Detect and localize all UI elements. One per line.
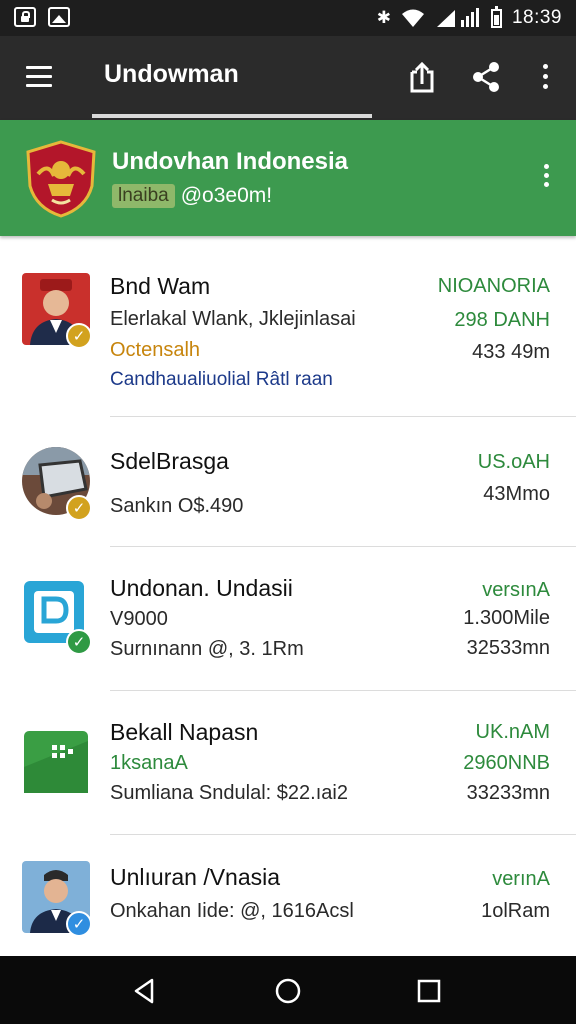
status-time: 18:39 xyxy=(511,7,562,28)
car-avatar: ✓ xyxy=(22,445,92,521)
item-meta: 433 49m xyxy=(472,341,550,363)
item-line: Candhaualiuolial Râtl raan xyxy=(110,369,333,390)
item-title: SdelBrasga xyxy=(110,448,229,474)
sheet-icon-avatar xyxy=(22,727,90,799)
app-logo-avatar: ✓ xyxy=(22,579,92,655)
person-avatar: ✓ xyxy=(22,273,92,349)
item-meta: US.oAH xyxy=(477,451,550,473)
item-meta: 1.300Mile xyxy=(463,607,550,629)
home-icon[interactable] xyxy=(273,976,303,1006)
wifi-icon xyxy=(401,9,424,27)
item-line: Sankın O$.490 xyxy=(110,495,244,517)
status-bar: ✱ 18:39 xyxy=(0,0,576,36)
signal-icon xyxy=(436,8,479,27)
more-vert-icon[interactable] xyxy=(530,60,560,94)
profile-header[interactable]: Undovhan Indonesia lnaiba @o3e0m! xyxy=(0,120,576,236)
app-title: Undowman xyxy=(104,60,239,88)
list-item[interactable]: ✓ Bnd Wam Elerlakal Wlank, Jklejinlasai … xyxy=(0,237,576,417)
upload-icon[interactable] xyxy=(406,60,438,94)
profile-name: Undovhan Indonesia xyxy=(112,148,349,175)
item-meta: 1olRam xyxy=(481,900,550,922)
verified-badge-icon: ✓ xyxy=(66,629,92,655)
list-item[interactable]: ✓ SdelBrasga Sankın O$.490 US.oAH 43Mmo xyxy=(0,417,576,547)
emblem-icon xyxy=(26,140,96,218)
back-icon[interactable] xyxy=(130,976,160,1006)
recents-icon[interactable] xyxy=(414,976,444,1006)
item-meta: 32533mn xyxy=(466,637,550,659)
verified-badge-icon: ✓ xyxy=(66,323,92,349)
profile-subline: lnaiba @o3e0m! xyxy=(112,184,272,208)
item-line: Surnınann @, 3. 1Rm xyxy=(110,638,304,660)
item-line: Octensalh xyxy=(110,339,201,361)
item-meta: UK.nAM xyxy=(475,721,550,743)
share-icon[interactable] xyxy=(470,60,502,94)
battery-icon xyxy=(490,5,502,28)
item-meta: versınA xyxy=(482,579,550,601)
profile-more-icon[interactable] xyxy=(536,164,556,194)
item-line: Sumliana Sndulal: $22.ıai2 xyxy=(110,782,348,804)
list-item[interactable]: ✓ Undonan. Undasii V9000 Surnınann @, 3.… xyxy=(0,547,576,691)
lock-icon xyxy=(14,7,36,27)
item-meta: NIOANORIA xyxy=(437,275,550,297)
nav-bar xyxy=(0,956,576,1024)
item-line: 1ksanaA xyxy=(110,752,188,774)
item-title: Unlıuran /Vnasia xyxy=(110,864,281,890)
tab-indicator xyxy=(92,114,372,118)
menu-icon[interactable] xyxy=(26,66,52,88)
verified-badge-icon: ✓ xyxy=(66,495,92,521)
item-line: Onkahan Iide: @, 1616Acsl xyxy=(110,900,354,922)
profile-tag: lnaiba xyxy=(112,184,175,208)
list-item[interactable]: ✓ Unlıuran /Vnasia Onkahan Iide: @, 1616… xyxy=(0,835,576,955)
image-icon xyxy=(48,7,70,27)
item-title: Bekall Napasn xyxy=(110,719,259,745)
item-meta: 33233mn xyxy=(466,782,550,804)
person-avatar: ✓ xyxy=(22,861,92,937)
item-meta: 43Mmo xyxy=(483,483,550,505)
item-meta: 298 DANH xyxy=(454,309,550,331)
app-bar: Undowman xyxy=(0,36,576,120)
item-title: Bnd Wam xyxy=(110,273,211,299)
item-title: Undonan. Undasii xyxy=(110,575,293,601)
verified-badge-icon: ✓ xyxy=(66,911,92,937)
list-item[interactable]: Bekall Napasn 1ksanaA Sumliana Sndulal: … xyxy=(0,691,576,835)
item-line: Elerlakal Wlank, Jklejinlasai xyxy=(110,308,356,330)
bluetooth-icon: ✱ xyxy=(376,8,391,27)
item-meta: 2960NNB xyxy=(463,752,550,774)
profile-handle: @o3e0m! xyxy=(180,184,273,207)
item-meta: verınA xyxy=(492,868,550,890)
item-line: V9000 xyxy=(110,608,168,630)
